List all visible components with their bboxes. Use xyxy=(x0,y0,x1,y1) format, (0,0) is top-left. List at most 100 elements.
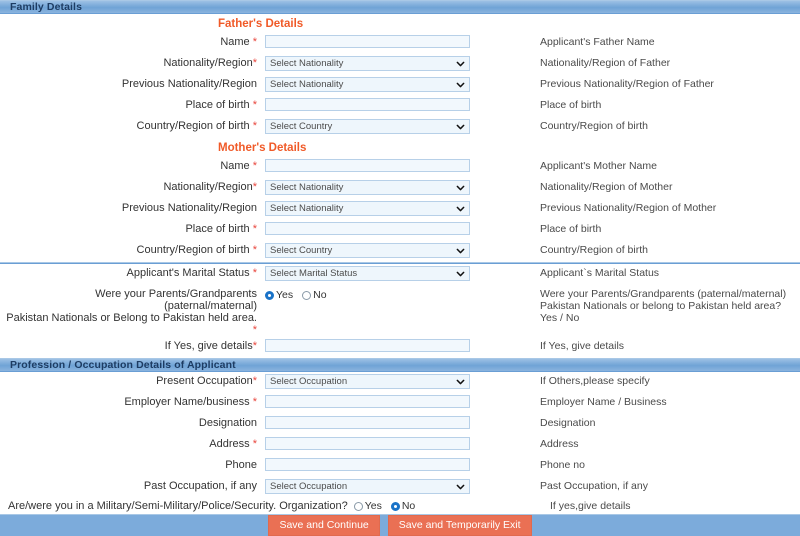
label-text: Country/Region of birth xyxy=(137,120,250,132)
input-mother-name[interactable] xyxy=(265,159,470,172)
required-asterisk: * xyxy=(253,396,257,408)
select-profession-past-occupation-if-any[interactable]: Select Occupation xyxy=(265,479,470,494)
required-asterisk: * xyxy=(253,244,257,256)
field-marital-status: Select Marital Status xyxy=(265,265,530,281)
help-profession-employer-name-business: Employer Name / Business xyxy=(530,394,800,409)
input-profession-phone[interactable] xyxy=(265,458,470,471)
field-mother-country-region-of-birth: Select Country xyxy=(265,242,530,258)
label-father-name: Name * xyxy=(0,34,265,49)
form-row-mother-name: Name * Applicant's Mother Name xyxy=(0,157,800,178)
form-row-parents-nationality: Were your Parents/Grandparents (paternal… xyxy=(0,285,800,337)
select-mother-previous-nationality-region[interactable]: Select Nationality xyxy=(265,201,470,216)
chevron-down-icon xyxy=(456,377,465,386)
help-father-name: Applicant's Father Name xyxy=(530,34,800,49)
label-mother-name: Name * xyxy=(0,158,265,173)
select-marital-status[interactable]: Select Marital Status xyxy=(265,266,470,281)
select-value: Select Country xyxy=(270,121,332,132)
label-profession-employer-name-business: Employer Name/business * xyxy=(0,394,265,409)
form-row-father-place-of-birth: Place of birth *Place of birth xyxy=(0,96,800,117)
field-father-name xyxy=(265,34,530,48)
radio-parents-no[interactable] xyxy=(302,291,311,300)
help-father-place-of-birth: Place of birth xyxy=(530,97,800,112)
form-row-father-nationality-region: Nationality/Region*Select NationalityNat… xyxy=(0,54,800,75)
form-row-mother-place-of-birth: Place of birth *Place of birth xyxy=(0,220,800,241)
label-text: Name xyxy=(220,160,249,172)
label-mother-nationality-region: Nationality/Region* xyxy=(0,179,265,194)
label-parents-nationality-line1: Were your Parents/Grandparents (paternal… xyxy=(95,288,257,312)
visa-application-form-page: Family Details Father's Details Name * Ap… xyxy=(0,0,800,500)
input-father-name[interactable] xyxy=(265,35,470,48)
input-mother-place-of-birth[interactable] xyxy=(265,222,470,235)
form-row-mother-nationality-region: Nationality/Region*Select NationalityNat… xyxy=(0,178,800,199)
chevron-down-icon xyxy=(456,204,465,213)
required-asterisk: * xyxy=(253,340,257,352)
radio-military-no[interactable] xyxy=(391,502,400,511)
radio-parents-yes[interactable] xyxy=(265,291,274,300)
label-text: Employer Name/business xyxy=(124,396,249,408)
field-profession-past-occupation-if-any: Select Occupation xyxy=(265,478,530,494)
select-profession-present-occupation[interactable]: Select Occupation xyxy=(265,374,470,389)
required-asterisk: * xyxy=(253,120,257,132)
select-marital-status-value: Select Marital Status xyxy=(270,268,357,279)
field-father-place-of-birth xyxy=(265,97,530,111)
profession-details-rows: Present Occupation*Select OccupationIf O… xyxy=(0,372,800,498)
radio-option-military-no[interactable]: No xyxy=(391,500,415,512)
field-parents-nationality: Yes No xyxy=(265,286,530,301)
radio-military-yes-label: Yes xyxy=(365,500,382,512)
select-father-country-region-of-birth[interactable]: Select Country xyxy=(265,119,470,134)
form-row-profession-past-occupation-if-any: Past Occupation, if any Select Occupation… xyxy=(0,477,800,498)
input-profession-address[interactable] xyxy=(265,437,470,450)
form-row-father-previous-nationality-region: Previous Nationality/Region Select Nation… xyxy=(0,75,800,96)
label-mother-country-region-of-birth: Country/Region of birth * xyxy=(0,242,265,257)
help-profession-phone: Phone no xyxy=(530,457,800,472)
label-text: Place of birth xyxy=(185,99,249,111)
select-father-previous-nationality-region[interactable]: Select Nationality xyxy=(265,77,470,92)
select-value: Select Occupation xyxy=(270,376,347,387)
label-text: Place of birth xyxy=(185,223,249,235)
help-mother-place-of-birth: Place of birth xyxy=(530,221,800,236)
radio-option-military-yes[interactable]: Yes xyxy=(354,500,382,512)
required-asterisk: * xyxy=(253,324,257,336)
help-parents-nationality-line2: Pakistan Nationals or belong to Pakistan… xyxy=(540,300,781,324)
form-row-father-country-region-of-birth: Country/Region of birth * Select Country C… xyxy=(0,117,800,138)
field-mother-previous-nationality-region: Select Nationality xyxy=(265,200,530,216)
label-father-previous-nationality-region: Previous Nationality/Region xyxy=(0,76,265,91)
input-profession-employer-name-business[interactable] xyxy=(265,395,470,408)
label-profession-phone: Phone xyxy=(0,457,265,472)
select-mother-nationality-region[interactable]: Select Nationality xyxy=(265,180,470,195)
chevron-down-icon xyxy=(456,122,465,131)
save-and-temporarily-exit-button[interactable]: Save and Temporarily Exit xyxy=(388,515,532,536)
required-asterisk: * xyxy=(253,438,257,450)
help-mother-country-region-of-birth: Country/Region of birth xyxy=(530,242,800,257)
form-row-parents-details: If Yes, give details* If Yes, give detai… xyxy=(0,337,800,358)
field-profession-phone xyxy=(265,457,530,471)
select-father-nationality-region[interactable]: Select Nationality xyxy=(265,56,470,71)
label-text: Previous Nationality/Region xyxy=(122,78,257,90)
section-title-profession-details: Profession / Occupation Details of Appli… xyxy=(10,359,236,371)
label-text: Name xyxy=(220,36,249,48)
radio-option-parents-yes[interactable]: Yes xyxy=(265,289,293,301)
label-military-question: Are/were you in a Military/Semi-Military… xyxy=(8,500,348,512)
label-text: Country/Region of birth xyxy=(137,244,250,256)
help-mother-name: Applicant's Mother Name xyxy=(530,158,800,173)
chevron-down-icon xyxy=(456,482,465,491)
profession-details-body: Present Occupation*Select OccupationIf O… xyxy=(0,372,800,514)
input-parents-details[interactable] xyxy=(265,339,470,352)
save-and-continue-button[interactable]: Save and Continue xyxy=(268,515,379,536)
help-parents-details: If Yes, give details xyxy=(530,338,800,353)
select-mother-country-region-of-birth[interactable]: Select Country xyxy=(265,243,470,258)
label-father-country-region-of-birth: Country/Region of birth * xyxy=(0,118,265,133)
radio-option-parents-no[interactable]: No xyxy=(302,289,326,301)
section-title-family-details: Family Details xyxy=(10,1,82,13)
label-text: Past Occupation, if any xyxy=(144,480,257,492)
select-value: Select Country xyxy=(270,245,332,256)
input-father-place-of-birth[interactable] xyxy=(265,98,470,111)
input-profession-designation[interactable] xyxy=(265,416,470,429)
radio-military-yes[interactable] xyxy=(354,502,363,511)
form-row-mother-previous-nationality-region: Previous Nationality/RegionSelect Nation… xyxy=(0,199,800,220)
form-row-profession-employer-name-business: Employer Name/business * Employer Name / … xyxy=(0,393,800,414)
label-parents-details-text: If Yes, give details xyxy=(165,340,253,352)
help-parents-nationality-line1: Were your Parents/Grandparents (paternal… xyxy=(540,288,786,300)
form-footer: Save and Continue Save and Temporarily E… xyxy=(0,514,800,536)
group-heading-fathers-details: Father's Details xyxy=(218,14,800,33)
